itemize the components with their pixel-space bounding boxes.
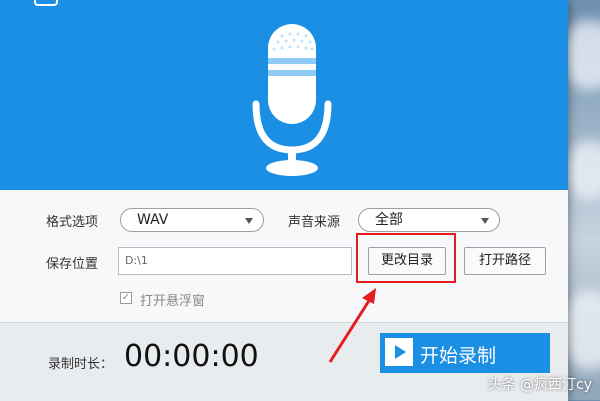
start-recording-label: 开始录制 (420, 345, 497, 367)
float-window-checkbox[interactable]: ✓ (120, 292, 132, 304)
watermark-text: 头条 @疯西汀cy (487, 377, 592, 393)
save-location-label: 保存位置 (46, 257, 99, 272)
chevron-down-icon (245, 218, 253, 224)
status-bar: 录制时长： 00:00:00 开始录制 (0, 322, 568, 401)
float-window-label: 打开悬浮窗 (140, 294, 206, 309)
chevron-down-icon (481, 218, 489, 224)
titlebar-icon[interactable] (34, 0, 58, 6)
open-path-button[interactable]: 打开路径 (464, 247, 546, 275)
play-icon (385, 338, 413, 366)
annotation-highlight-box (356, 233, 456, 283)
source-label: 声音来源 (288, 215, 341, 230)
settings-panel: 格式选项 WAV 声音来源 全部 保存位置 D:\1 更改目录 打开路径 ✓ 打… (0, 190, 568, 322)
microphone-icon (252, 24, 332, 176)
checkmark-icon: ✓ (121, 292, 131, 303)
source-value: 全部 (375, 212, 403, 228)
recorder-window: 格式选项 WAV 声音来源 全部 保存位置 D:\1 更改目录 打开路径 ✓ 打… (0, 0, 568, 401)
source-select[interactable]: 全部 (358, 208, 500, 232)
hero-banner (0, 0, 568, 190)
format-value: WAV (137, 212, 169, 228)
format-select[interactable]: WAV (120, 208, 264, 232)
save-path-field[interactable]: D:\1 (118, 247, 352, 275)
duration-label: 录制时长： (48, 357, 114, 372)
format-label: 格式选项 (46, 215, 99, 230)
duration-timer: 00:00:00 (124, 339, 259, 374)
start-recording-button[interactable]: 开始录制 (380, 333, 550, 373)
